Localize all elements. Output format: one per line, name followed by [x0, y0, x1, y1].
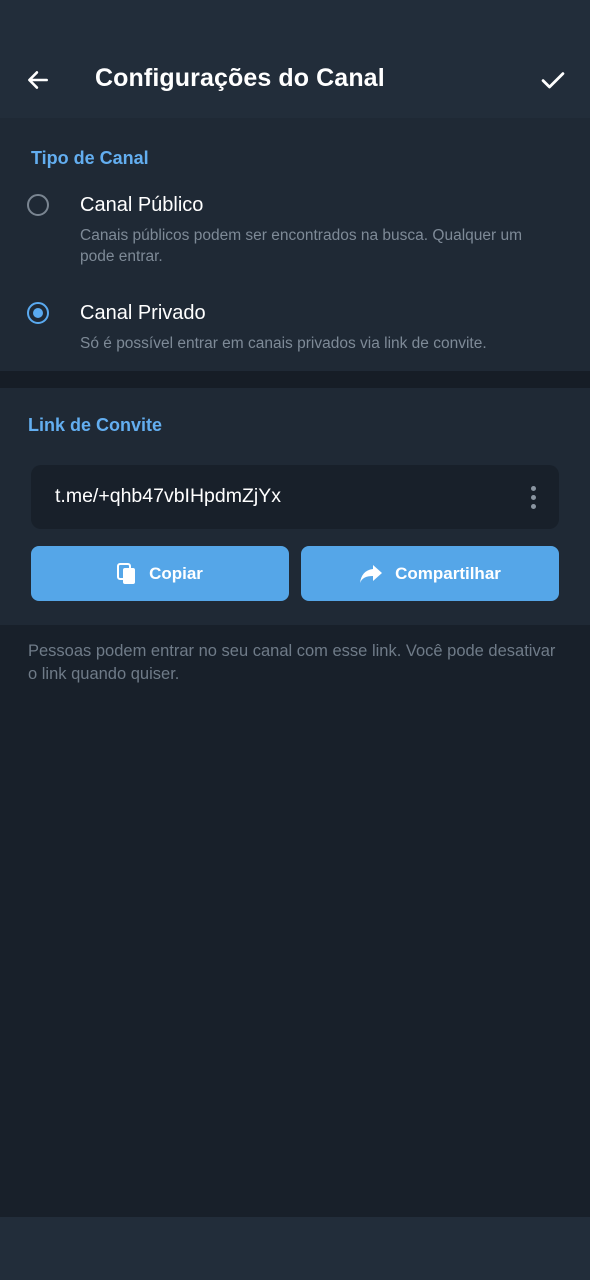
option-private-channel[interactable]: Canal Privado Só é possível entrar em ca…: [0, 298, 590, 358]
option-description: Canais públicos podem ser encontrados na…: [80, 227, 523, 265]
share-button[interactable]: Compartilhar: [301, 546, 559, 601]
section-divider: [0, 371, 590, 388]
radio-private-selected[interactable]: [27, 302, 49, 324]
more-dot-icon: [530, 485, 536, 491]
invite-link-section: Link de Convite t.me/+qhb47vbIHpdmZjYx C…: [0, 388, 590, 625]
copy-button-label: Copiar: [149, 563, 203, 583]
more-dot-icon: [530, 503, 536, 509]
invite-link-note: Pessoas podem entrar no seu canal com es…: [28, 642, 556, 683]
back-button[interactable]: [18, 60, 58, 100]
status-bar: [0, 0, 590, 40]
copy-button[interactable]: Copiar: [31, 546, 289, 601]
radio-public-unselected[interactable]: [27, 194, 49, 216]
option-label: Canal Público: [80, 194, 204, 216]
option-description: Só é possível entrar em canais privados …: [80, 335, 487, 352]
copy-icon: [117, 562, 136, 584]
channel-type-section: Tipo de Canal Canal Público Canais públi…: [0, 118, 590, 371]
more-options-button[interactable]: [521, 481, 545, 513]
option-label: Canal Privado: [80, 302, 206, 324]
arrow-left-icon: [28, 71, 48, 89]
checkmark-icon: [541, 72, 565, 89]
section-header-invite-link: Link de Convite: [28, 415, 163, 435]
invite-link-text[interactable]: t.me/+qhb47vbIHpdmZjYx: [55, 485, 281, 508]
share-arrow-icon: [360, 564, 383, 583]
option-public-channel[interactable]: Canal Público Canais públicos podem ser …: [0, 190, 590, 280]
section-header-channel-type: Tipo de Canal: [31, 148, 149, 168]
confirm-button[interactable]: [532, 60, 574, 100]
invite-link-field[interactable]: t.me/+qhb47vbIHpdmZjYx: [31, 465, 559, 529]
more-dot-icon: [530, 494, 536, 500]
share-button-label: Compartilhar: [395, 563, 501, 583]
system-navigation-bar: [0, 1217, 590, 1280]
page-title: Configurações do Canal: [95, 64, 385, 92]
app-bar: Configurações do Canal: [0, 40, 590, 118]
